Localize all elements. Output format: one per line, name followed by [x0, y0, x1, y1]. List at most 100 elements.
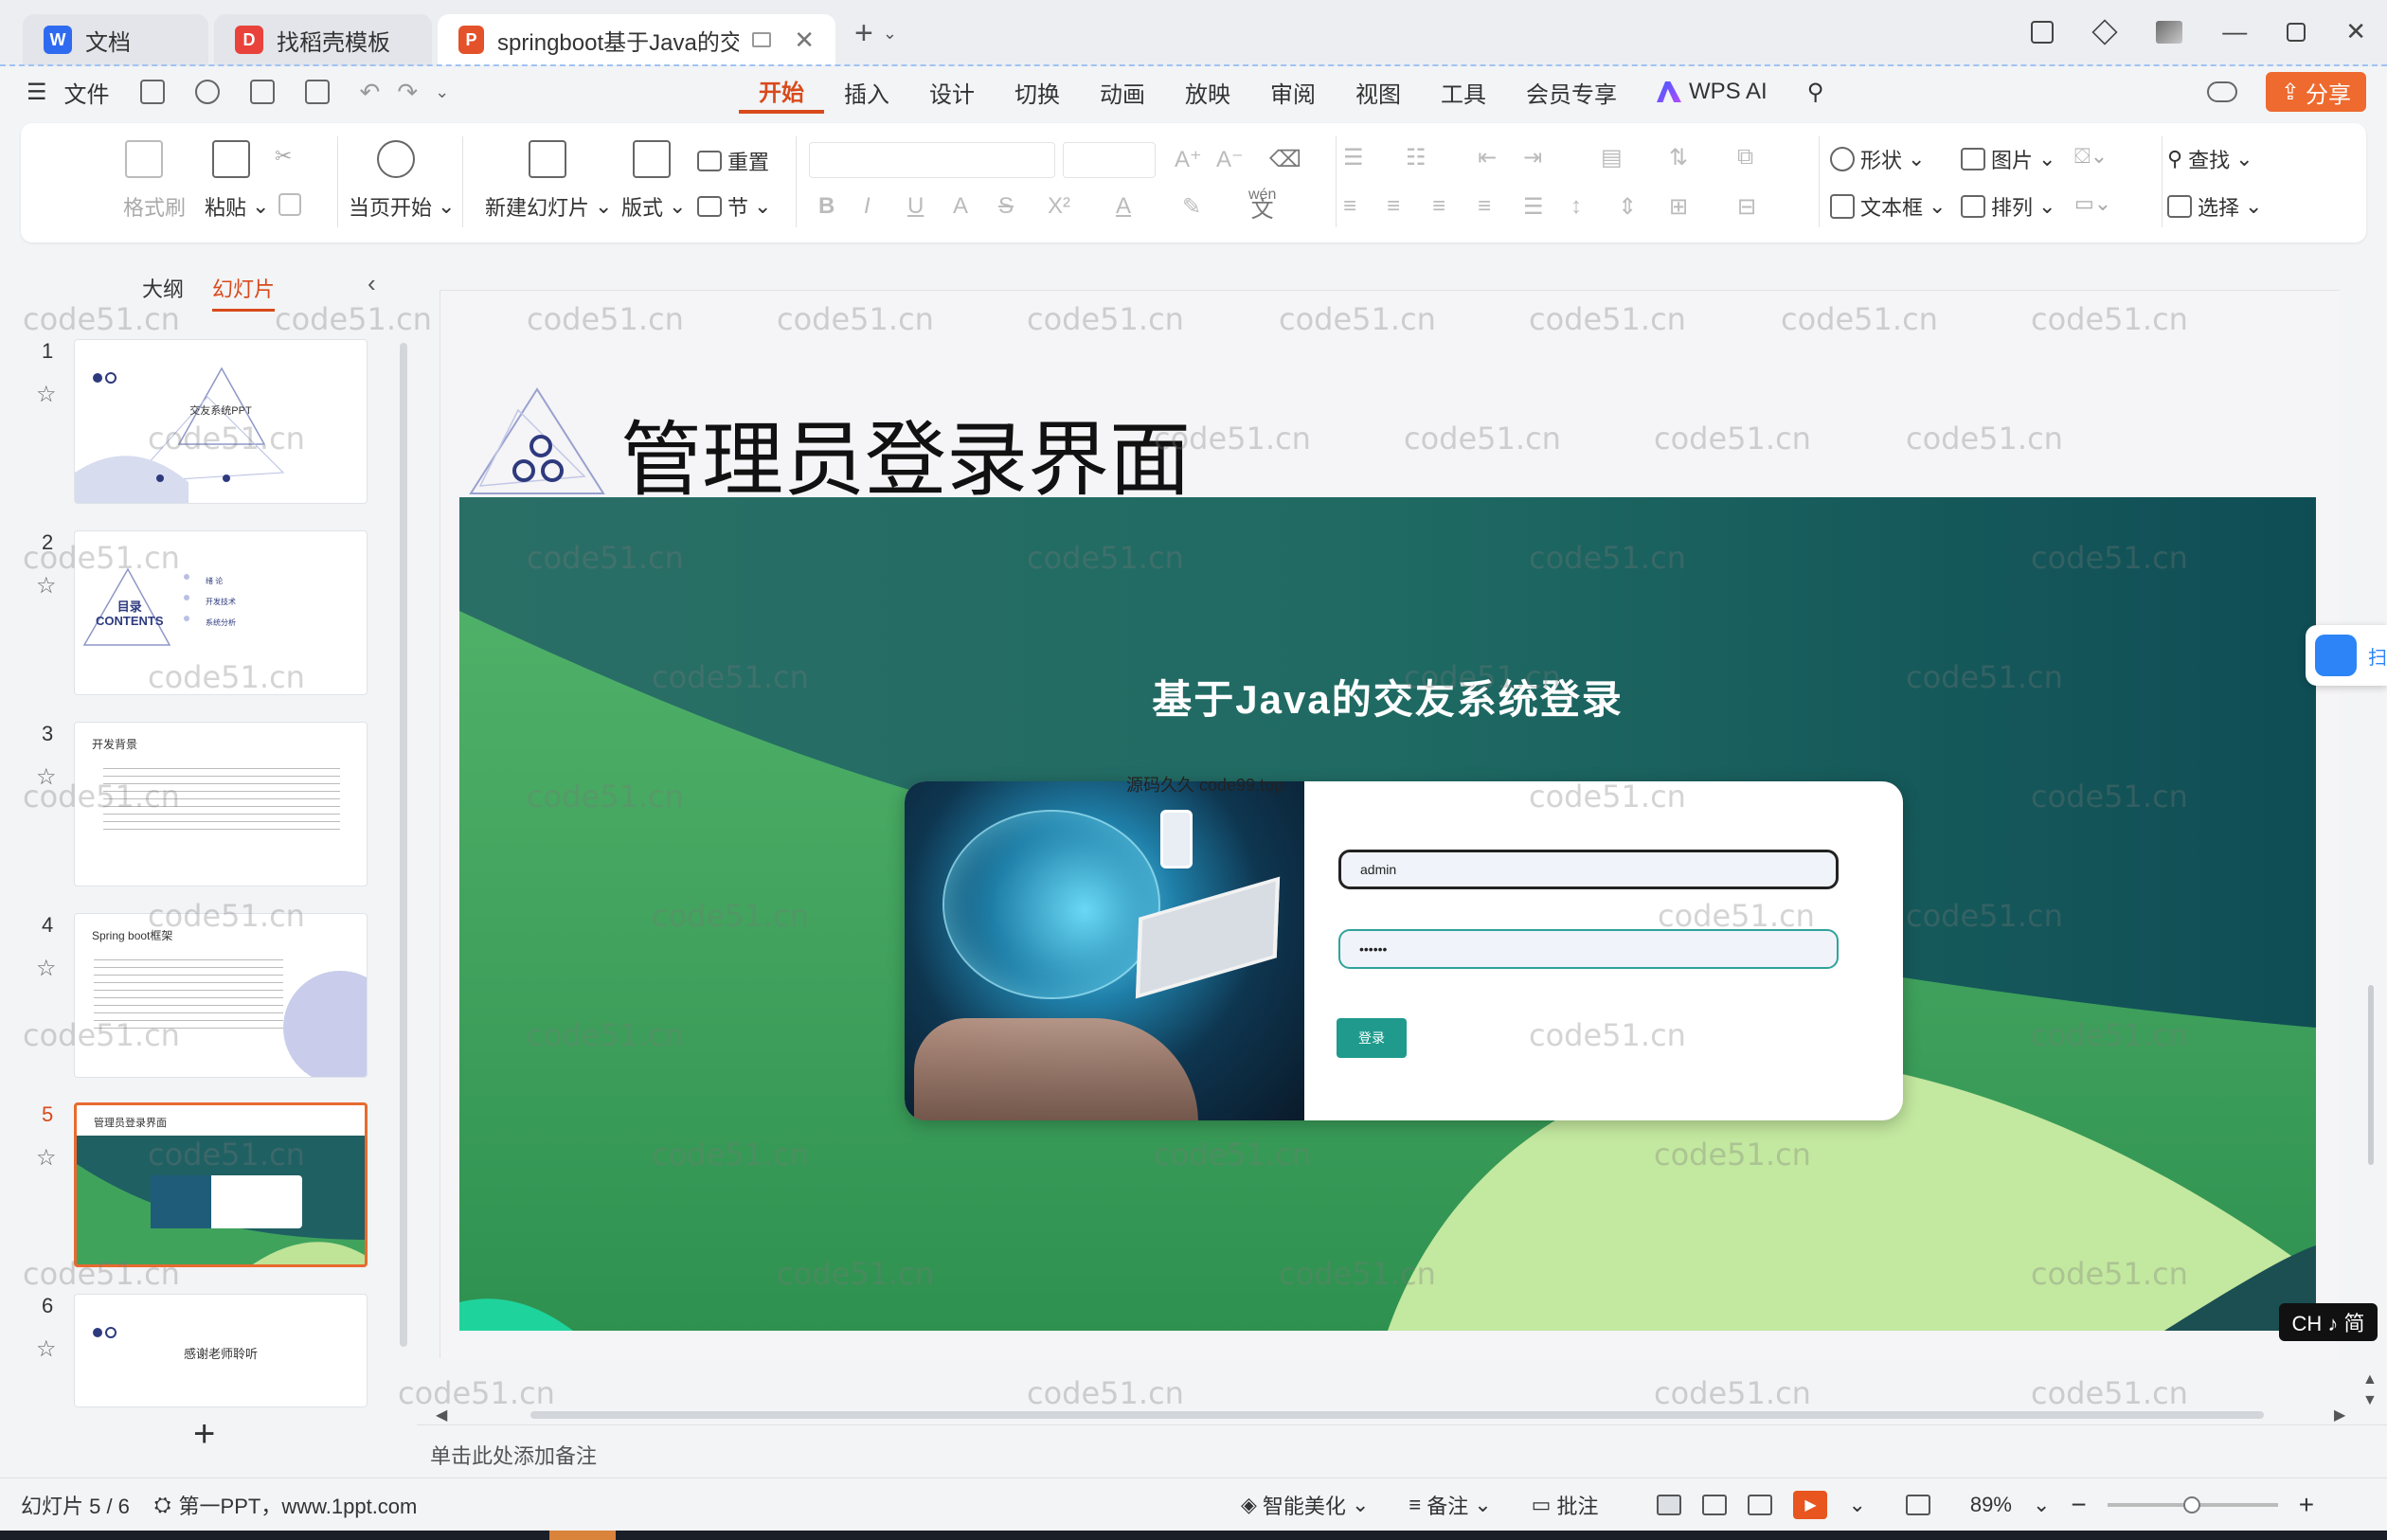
scroll-left-icon[interactable]: ◀ [436, 1406, 447, 1424]
export-icon[interactable] [194, 80, 220, 104]
tab-view[interactable]: 视图 [1336, 70, 1421, 114]
convert-smartart-icon[interactable]: ⧉ [1737, 144, 1753, 170]
shape-button[interactable]: 形状 ⌄ [1830, 144, 1925, 174]
find-button[interactable]: ⚲ 查找 ⌄ [2167, 144, 2253, 174]
star-icon[interactable]: ☆ [36, 1335, 57, 1363]
star-icon[interactable]: ☆ [36, 381, 57, 408]
login-screenshot[interactable]: 基于Java的交友系统登录 admin •••••• 登录 源码久久 code9… [459, 497, 2316, 1331]
theme-info[interactable]: ⛭ 第一PPT，www.1ppt.com [154, 1490, 417, 1520]
smart-beautify-button[interactable]: ◈ 智能美化 ⌄ [1241, 1490, 1369, 1520]
tab-tools[interactable]: 工具 [1421, 70, 1506, 114]
fill-icon[interactable]: ⛋⌄ [2074, 144, 2108, 169]
notes-button[interactable]: ≡ 备注 ⌄ [1409, 1490, 1491, 1520]
slide-thumbnail[interactable]: 交友系统PPT [74, 339, 368, 504]
monitor-icon[interactable] [751, 32, 772, 47]
minimize-icon[interactable]: — [2222, 17, 2247, 46]
chevron-down-icon[interactable]: ⌄ [883, 24, 897, 44]
phonetic-guide-icon[interactable]: wén 文 [1248, 188, 1276, 222]
slide-thumbnail[interactable]: 感谢老师聆听 [74, 1294, 368, 1407]
tab-slides[interactable]: 幻灯片 [212, 273, 276, 312]
ime-indicator[interactable]: CH ♪ 简 [2279, 1303, 2378, 1341]
align-right-icon[interactable]: ≡ [1432, 193, 1445, 220]
slide-thumbnail[interactable]: 开发背景 [74, 722, 368, 886]
login-button[interactable]: 登录 [1337, 1018, 1407, 1058]
avatar[interactable] [2156, 20, 2183, 44]
password-input[interactable]: •••••• [1338, 929, 1839, 969]
textbox-button[interactable]: 文本框 ⌄ [1830, 191, 1946, 222]
distribute-icon[interactable]: ☰ [1523, 193, 1544, 221]
star-icon[interactable]: ☆ [36, 955, 57, 982]
cloud-sync-icon[interactable] [2206, 81, 2237, 102]
collapse-panel-icon[interactable]: ‹ [368, 269, 376, 298]
username-input[interactable]: admin [1338, 850, 1839, 889]
section-button[interactable]: 节 ⌄ [697, 191, 771, 222]
play-slideshow-icon[interactable]: ▶ [1793, 1490, 1828, 1519]
normal-view-icon[interactable] [1657, 1494, 1682, 1515]
star-icon[interactable]: ☆ [36, 572, 57, 600]
text-columns-icon[interactable]: ▤ [1601, 144, 1623, 171]
tab-member[interactable]: 会员专享 [1506, 70, 1637, 114]
text-box-align-icon[interactable]: ⊟ [1737, 193, 1756, 221]
reset-button[interactable]: 重置 [697, 146, 769, 176]
font-color-icon[interactable]: A [1116, 193, 1131, 220]
slide-canvas[interactable]: 管理员登录界面 基于Java的交友系统登录 admin •••••• 登录 源码… [440, 290, 2341, 1359]
tab-templates[interactable]: D 找稻壳模板 [214, 14, 432, 65]
align-left-icon[interactable]: ≡ [1343, 193, 1356, 220]
slide-thumbnail-selected[interactable]: 管理员登录界面 [74, 1102, 368, 1267]
star-icon[interactable]: ☆ [36, 763, 57, 791]
slide-thumbnail[interactable]: Spring boot框架 [74, 913, 368, 1078]
tab-presentation[interactable]: P springboot基于Java的交友 ✕ [438, 14, 835, 65]
bold-icon[interactable]: B [818, 193, 835, 220]
slide-thumbnail[interactable]: 目录 CONTENTS 绪 论 开发技术 系统分析 [74, 530, 368, 695]
zoom-slider[interactable] [2107, 1495, 2278, 1513]
cut-icon[interactable]: ✂ [275, 144, 292, 169]
outline-icon[interactable]: ▭⌄ [2074, 191, 2111, 216]
close-window-icon[interactable]: ✕ [2345, 17, 2366, 46]
clear-format-icon[interactable]: ⌫ [1269, 146, 1301, 173]
tab-home[interactable]: 开始 [739, 70, 824, 114]
format-painter-icon[interactable] [125, 140, 163, 178]
arrange-button[interactable]: 排列 ⌄ [1961, 191, 2055, 222]
print-preview-icon[interactable] [304, 80, 330, 104]
new-slide-icon[interactable] [529, 140, 566, 178]
new-tab-icon[interactable]: + [854, 15, 873, 52]
save-icon[interactable] [139, 80, 165, 104]
copy-icon[interactable] [278, 193, 301, 216]
strikethrough-icon[interactable]: S [998, 193, 1014, 220]
zoom-out-icon[interactable]: − [2071, 1490, 2086, 1520]
format-painter-button[interactable]: 格式刷 [123, 191, 186, 222]
panel-scrollbar[interactable] [400, 343, 407, 1347]
picture-button[interactable]: 图片 ⌄ [1961, 144, 2055, 174]
line-spacing-icon[interactable]: ↕ [1570, 193, 1582, 220]
chevron-down-icon[interactable]: ⌄ [435, 82, 449, 102]
grid-view-icon[interactable] [1702, 1494, 1728, 1515]
hamburger-icon[interactable]: ☰ [27, 79, 47, 106]
play-from-current-button[interactable]: 当页开始 ⌄ [349, 191, 455, 222]
layout-button[interactable]: 版式 ⌄ [621, 191, 686, 222]
comments-button[interactable]: ▭ 批注 [1532, 1490, 1599, 1520]
search-icon[interactable]: ⚲ [1787, 70, 1844, 114]
wps-ai-button[interactable]: WPS AI [1637, 70, 1787, 114]
decrease-indent-icon[interactable]: ⇤ [1478, 144, 1497, 171]
numbered-list-icon[interactable]: ☷ [1406, 144, 1427, 171]
align-center-icon[interactable]: ≡ [1387, 193, 1400, 220]
vertical-align-icon[interactable]: ⊞ [1669, 193, 1688, 221]
play-from-current-icon[interactable] [377, 140, 415, 178]
chevron-down-icon[interactable]: ⌄ [2033, 1493, 2050, 1517]
notes-placeholder[interactable]: 单击此处添加备注 [430, 1440, 597, 1470]
tab-design[interactable]: 设计 [909, 70, 995, 114]
layout-icon[interactable] [633, 140, 671, 178]
paste-icon[interactable] [212, 140, 250, 178]
reading-view-icon[interactable] [1748, 1494, 1773, 1515]
add-slide-icon[interactable]: + [193, 1413, 215, 1456]
font-size-select[interactable] [1063, 142, 1156, 178]
font-family-select[interactable] [809, 142, 1055, 178]
scroll-arrows-icon[interactable]: ▲ ▼ [2362, 1370, 2378, 1411]
underline-icon[interactable]: U [907, 193, 924, 220]
text-direction-icon[interactable]: ⇅ [1669, 144, 1688, 171]
redo-icon[interactable]: ↷ [397, 78, 418, 107]
undo-icon[interactable]: ↶ [360, 78, 381, 107]
tab-docs[interactable]: W 文档 [23, 14, 208, 65]
slide-title[interactable]: 管理员登录界面 [620, 393, 1191, 511]
superscript-icon[interactable]: X² [1048, 193, 1070, 220]
